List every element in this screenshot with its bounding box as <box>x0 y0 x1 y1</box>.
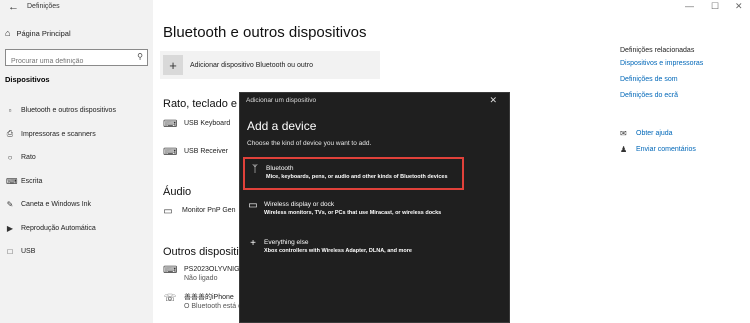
option-title: Wireless display or dock <box>264 201 335 208</box>
sidebar-item-usb[interactable]: □ USB <box>0 240 153 264</box>
link-devices-printers[interactable]: Dispositivos e impressoras <box>620 60 745 67</box>
device-name: PS2023OLYVNIGF <box>184 266 244 273</box>
get-help-label: Obter ajuda <box>636 130 673 137</box>
home-label: Página Principal <box>16 28 71 38</box>
sidebar: ← Definições ⌂ Página Principal ⚲ Dispos… <box>0 0 153 323</box>
bluetooth-icon: ᛉ <box>252 164 258 175</box>
home-link[interactable]: ⌂ Página Principal <box>5 28 71 38</box>
close-window-icon[interactable]: ✕ <box>735 1 743 12</box>
link-display-settings[interactable]: Definições do ecrã <box>620 92 745 99</box>
option-description: Xbox controllers with Wireless Adapter, … <box>264 248 412 254</box>
back-arrow-icon[interactable]: ← <box>8 1 19 13</box>
device-ps2023[interactable]: ⌨ PS2023OLYVNIGF Não ligado <box>163 265 244 283</box>
sidebar-item-typing[interactable]: ⌨ Escrita <box>0 170 153 194</box>
dialog-subtitle: Choose the kind of device you want to ad… <box>247 140 372 147</box>
help-section: ✉ Obter ajuda ♟ Enviar comentários <box>620 129 696 161</box>
device-usb-receiver[interactable]: ⌨ USB Receiver <box>163 147 228 158</box>
chat-icon: ✉ <box>620 129 627 138</box>
plus-icon: + <box>250 238 256 249</box>
sidebar-item-label: Escrita <box>21 177 43 185</box>
maximize-icon[interactable]: ☐ <box>711 1 719 12</box>
option-wireless-display[interactable]: ▭ Wireless display or dock Wireless moni… <box>243 195 463 228</box>
minimize-icon[interactable]: — <box>685 1 694 11</box>
option-title: Everything else <box>264 239 309 246</box>
option-description: Mice, keyboards, pens, or audio and othe… <box>266 174 448 180</box>
sidebar-item-label: USB <box>21 248 36 256</box>
sidebar-item-label: Bluetooth e outros dispositivos <box>21 107 116 115</box>
keyboard-icon: ⌨ <box>163 265 178 276</box>
add-device-label: Adicionar dispositivo Bluetooth ou outro <box>190 61 313 69</box>
option-description: Wireless monitors, TVs, or PCs that use … <box>264 210 442 216</box>
search-box[interactable]: ⚲ <box>5 49 148 69</box>
option-everything-else[interactable]: + Everything else Xbox controllers with … <box>243 233 463 266</box>
related-settings: Definições relacionadas Dispositivos e i… <box>620 47 745 108</box>
plus-icon: + <box>163 55 183 75</box>
audio-heading: Áudio <box>163 186 192 198</box>
printer-icon: ⎙ <box>6 129 14 139</box>
send-feedback-link[interactable]: ♟ Enviar comentários <box>620 145 696 154</box>
device-name: USB Keyboard <box>184 120 231 127</box>
other-devices-heading: Outros dispositivo <box>163 246 251 258</box>
device-usb-keyboard[interactable]: ⌨ USB Keyboard <box>163 119 230 130</box>
sidebar-item-label: Rato <box>21 154 36 162</box>
device-status: O Bluetooth está de <box>184 303 246 310</box>
keyboard-icon: ⌨ <box>163 147 178 158</box>
home-icon: ⌂ <box>5 28 11 38</box>
sidebar-item-label: Caneta e Windows Ink <box>21 201 92 209</box>
search-input[interactable] <box>6 54 126 69</box>
bluetooth-icon: ▫ <box>8 106 12 116</box>
device-name: Monitor PnP Gen <box>182 207 236 214</box>
device-name: 善善善的iPhone <box>184 294 234 301</box>
send-feedback-label: Enviar comentários <box>636 146 696 153</box>
dialog-title: Adicionar um dispositivo <box>246 97 317 104</box>
add-device-button[interactable]: + Adicionar dispositivo Bluetooth ou out… <box>160 51 380 79</box>
sidebar-item-autoplay[interactable]: ▶ Reprodução Automática <box>0 217 153 241</box>
device-name: USB Receiver <box>184 148 228 155</box>
device-status: Não ligado <box>184 275 218 282</box>
autoplay-icon: ▶ <box>6 223 14 233</box>
link-sound-settings[interactable]: Definições de som <box>620 76 745 83</box>
sidebar-section-label: Dispositivos <box>5 75 50 84</box>
sidebar-item-mouse[interactable]: ○ Rato <box>0 146 153 170</box>
close-icon[interactable]: ✕ <box>489 95 497 106</box>
sidebar-item-label: Reprodução Automática <box>21 224 96 232</box>
usb-icon: □ <box>7 247 13 257</box>
device-iphone[interactable]: ☏ 善善善的iPhone O Bluetooth está de <box>163 293 246 311</box>
feedback-icon: ♟ <box>620 145 628 154</box>
related-settings-heading: Definições relacionadas <box>620 47 695 54</box>
get-help-link[interactable]: ✉ Obter ajuda <box>620 129 696 138</box>
keyboard-icon: ⌨ <box>6 176 18 186</box>
dialog-heading: Add a device <box>247 119 317 133</box>
option-bluetooth[interactable]: ᛉ Bluetooth Mice, keyboards, pens, or au… <box>243 157 464 190</box>
device-monitor[interactable]: ▭ Monitor PnP Gen <box>161 206 236 217</box>
option-title: Bluetooth <box>266 165 294 172</box>
pen-icon: ✎ <box>6 200 14 210</box>
search-icon[interactable]: ⚲ <box>137 52 143 61</box>
add-device-dialog: Adicionar um dispositivo ✕ Add a device … <box>239 92 510 323</box>
monitor-icon: ▭ <box>163 206 173 217</box>
sidebar-item-bluetooth[interactable]: ▫ Bluetooth e outros dispositivos <box>0 99 153 123</box>
sidebar-item-printers[interactable]: ⎙ Impressoras e scanners <box>0 123 153 147</box>
mouse-icon: ○ <box>7 153 13 163</box>
keyboard-icon: ⌨ <box>163 119 178 130</box>
phone-icon: ☏ <box>163 293 177 304</box>
window-title: Definições <box>27 3 60 10</box>
page-title: Bluetooth e outros dispositivos <box>163 24 367 41</box>
sidebar-item-pen[interactable]: ✎ Caneta e Windows Ink <box>0 193 153 217</box>
sidebar-item-label: Impressoras e scanners <box>21 130 96 138</box>
sidebar-nav: ▫ Bluetooth e outros dispositivos ⎙ Impr… <box>0 99 153 264</box>
monitor-icon: ▭ <box>248 200 258 211</box>
